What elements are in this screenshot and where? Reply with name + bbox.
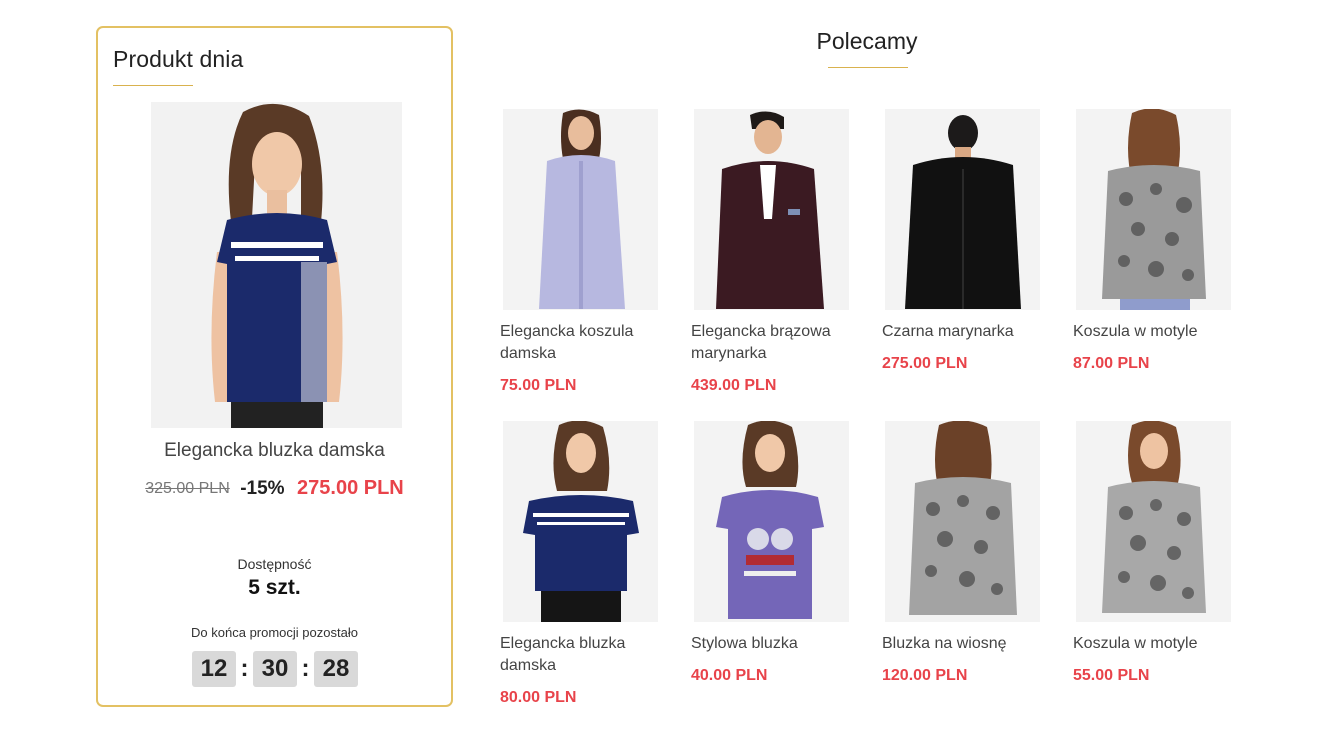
product-price: 439.00 PLN bbox=[691, 377, 777, 394]
product-name[interactable]: Czarna marynarka bbox=[882, 321, 1052, 343]
deal-price-row: 325.00 PLN -15% 275.00 PLN bbox=[98, 477, 451, 500]
product-image[interactable] bbox=[503, 421, 658, 622]
countdown-timer: 12 : 30 : 28 bbox=[192, 651, 358, 687]
countdown-separator: : bbox=[301, 655, 310, 682]
product-price: 275.00 PLN bbox=[882, 355, 968, 372]
product-image[interactable] bbox=[694, 109, 849, 310]
product-image[interactable] bbox=[1076, 421, 1231, 622]
product-price: 40.00 PLN bbox=[691, 667, 768, 684]
countdown-label: Do końca promocji pozostało bbox=[191, 625, 358, 640]
deal-title-underline bbox=[113, 85, 193, 86]
availability-value: 5 szt. bbox=[248, 576, 301, 599]
deal-new-price: 275.00 PLN bbox=[297, 477, 404, 499]
product-image[interactable] bbox=[503, 109, 658, 310]
product-name[interactable]: Elegancka bluzka damska bbox=[500, 633, 670, 677]
product-price: 75.00 PLN bbox=[500, 377, 577, 394]
product-image[interactable] bbox=[885, 421, 1040, 622]
countdown-minutes: 30 bbox=[253, 651, 297, 687]
deal-product-name[interactable]: Elegancka bluzka damska bbox=[98, 440, 451, 462]
deal-product-image[interactable] bbox=[151, 102, 402, 428]
product-image[interactable] bbox=[694, 421, 849, 622]
product-price: 55.00 PLN bbox=[1073, 667, 1150, 684]
product-image[interactable] bbox=[1076, 109, 1231, 310]
product-name[interactable]: Elegancka brązowa marynarka bbox=[691, 321, 861, 365]
countdown-hours: 12 bbox=[192, 651, 236, 687]
product-price: 120.00 PLN bbox=[882, 667, 968, 684]
countdown-seconds: 28 bbox=[314, 651, 358, 687]
product-image[interactable] bbox=[885, 109, 1040, 310]
recommended-title: Polecamy bbox=[816, 28, 918, 54]
deal-old-price: 325.00 PLN bbox=[145, 479, 230, 497]
product-price: 80.00 PLN bbox=[500, 689, 577, 706]
product-name[interactable]: Koszula w motyle bbox=[1073, 321, 1243, 343]
recommended-title-underline bbox=[828, 67, 908, 68]
countdown-separator: : bbox=[240, 655, 249, 682]
deal-discount: -15% bbox=[240, 477, 285, 499]
product-name[interactable]: Bluzka na wiosnę bbox=[882, 633, 1052, 655]
product-name[interactable]: Elegancka koszula damska bbox=[500, 321, 670, 365]
availability-label: Dostępność bbox=[237, 556, 312, 572]
product-name[interactable]: Stylowa bluzka bbox=[691, 633, 861, 655]
deal-title: Produkt dnia bbox=[113, 46, 244, 72]
product-name[interactable]: Koszula w motyle bbox=[1073, 633, 1243, 655]
product-price: 87.00 PLN bbox=[1073, 355, 1150, 372]
deal-of-the-day-card: Produkt dnia Elegancka bluzka damska 325… bbox=[96, 26, 453, 707]
